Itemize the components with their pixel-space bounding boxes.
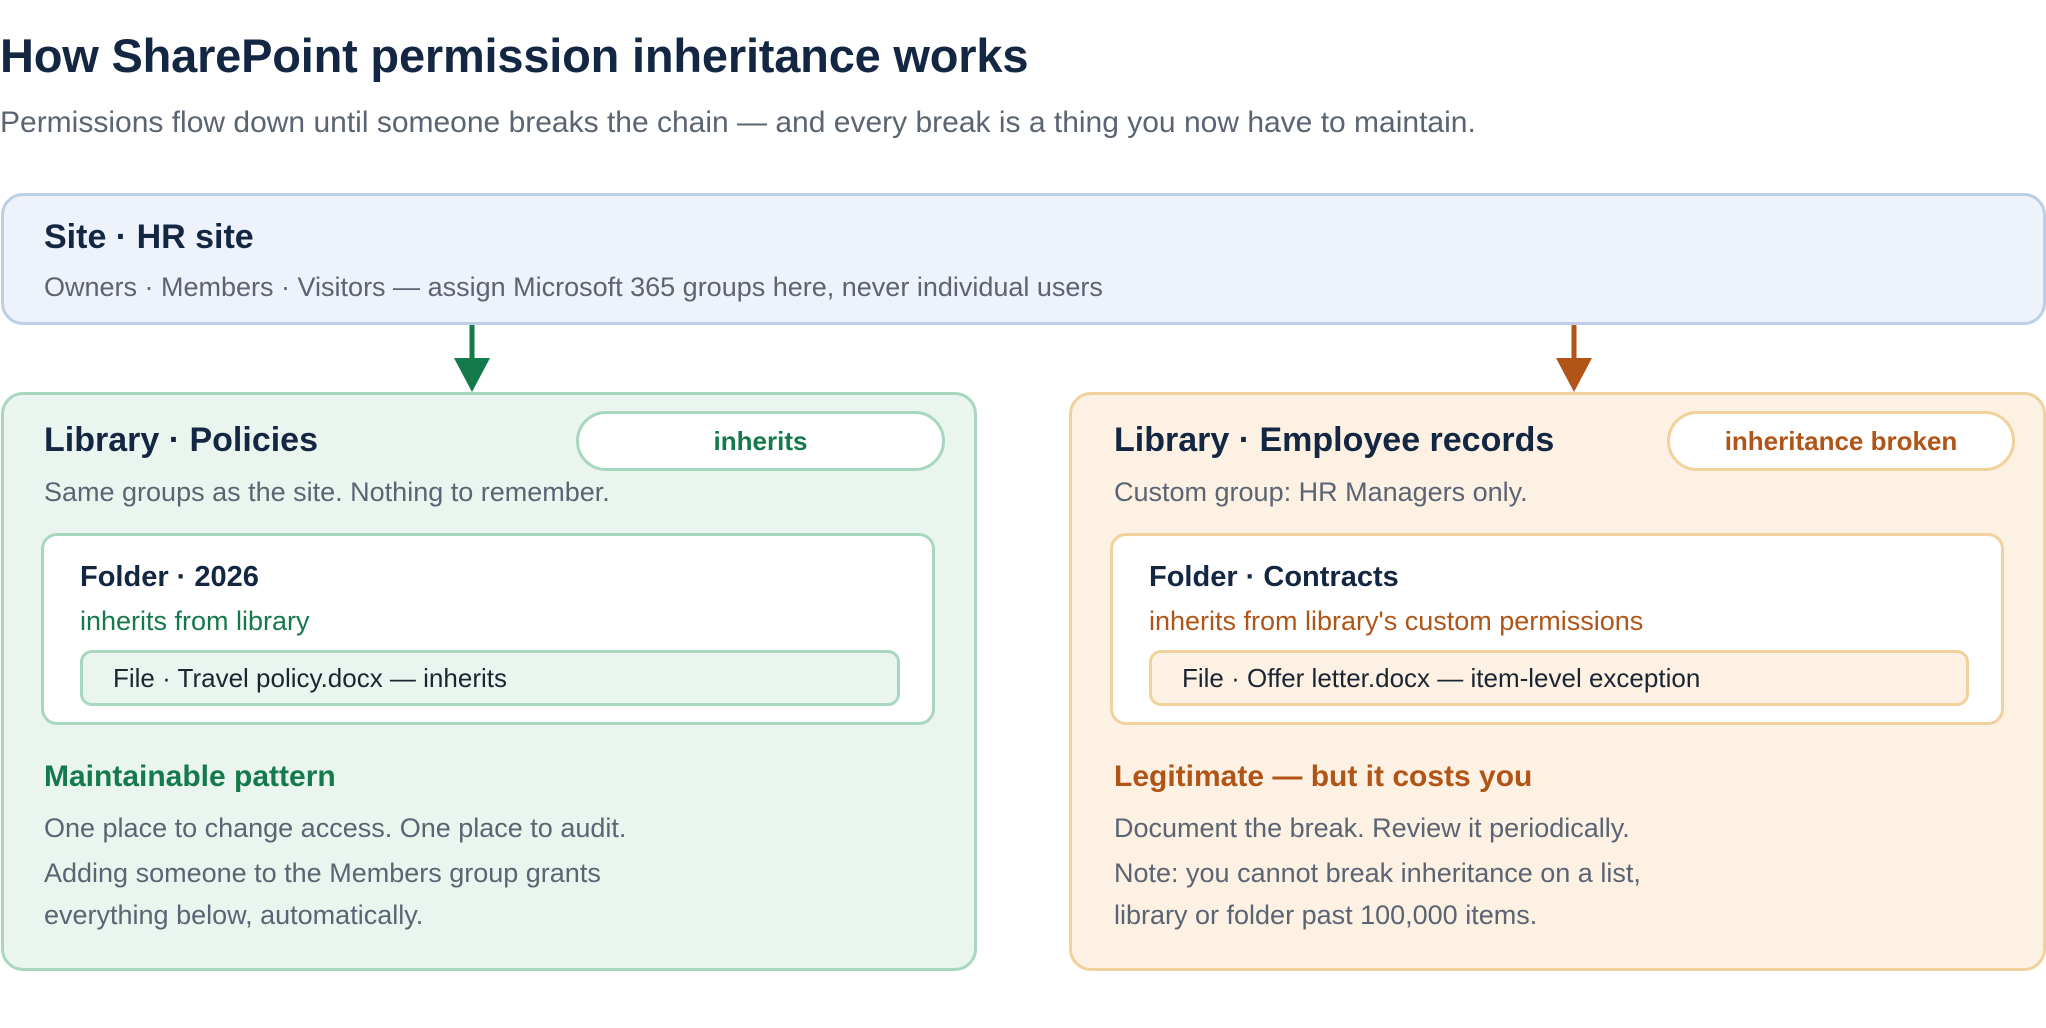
- page-subtitle: Permissions flow down until someone brea…: [0, 106, 1476, 139]
- folder-contracts-box: Folder · Contracts inherits from library…: [1110, 533, 2004, 725]
- file-travel-policy: File · Travel policy.docx — inherits: [80, 650, 900, 706]
- library-employee-records-heading: Library · Employee records: [1114, 421, 1555, 459]
- folder-contracts-status: inherits from library's custom permissio…: [1149, 606, 1644, 636]
- maintainable-pattern-heading: Maintainable pattern: [44, 760, 336, 793]
- inheritance-broken-badge: inheritance broken: [1667, 411, 2015, 471]
- costs-you-heading: Legitimate — but it costs you: [1114, 760, 1533, 793]
- folder-2026-status: inherits from library: [80, 606, 310, 636]
- library-policies-description: Same groups as the site. Nothing to reme…: [44, 477, 610, 507]
- library-policies-heading: Library · Policies: [44, 421, 318, 459]
- costs-note-2-line-2: library or folder past 100,000 items.: [1114, 900, 1538, 930]
- arrow-to-employee-records: [1556, 325, 1592, 392]
- folder-contracts-heading: Folder · Contracts: [1149, 561, 1399, 593]
- page-title: How SharePoint permission inheritance wo…: [0, 29, 1029, 82]
- folder-2026-heading: Folder · 2026: [80, 561, 259, 593]
- maintainable-note-2-line-2: everything below, automatically.: [44, 900, 424, 930]
- site-box: Site · HR site Owners · Members · Visito…: [1, 193, 2046, 325]
- site-description: Owners · Members · Visitors — assign Mic…: [44, 272, 1103, 302]
- maintainable-note-1: One place to change access. One place to…: [44, 813, 627, 843]
- folder-2026-box: Folder · 2026 inherits from library File…: [41, 533, 935, 725]
- site-heading: Site · HR site: [44, 218, 254, 256]
- file-offer-letter: File · Offer letter.docx — item-level ex…: [1149, 650, 1969, 706]
- library-employee-records-description: Custom group: HR Managers only.: [1114, 477, 1528, 507]
- costs-note-2-line-1: Note: you cannot break inheritance on a …: [1114, 858, 1641, 888]
- maintainable-note-2-line-1: Adding someone to the Members group gran…: [44, 858, 601, 888]
- arrow-to-policies: [454, 325, 490, 392]
- inherits-badge: inherits: [576, 411, 945, 471]
- costs-note-1: Document the break. Review it periodical…: [1114, 813, 1630, 843]
